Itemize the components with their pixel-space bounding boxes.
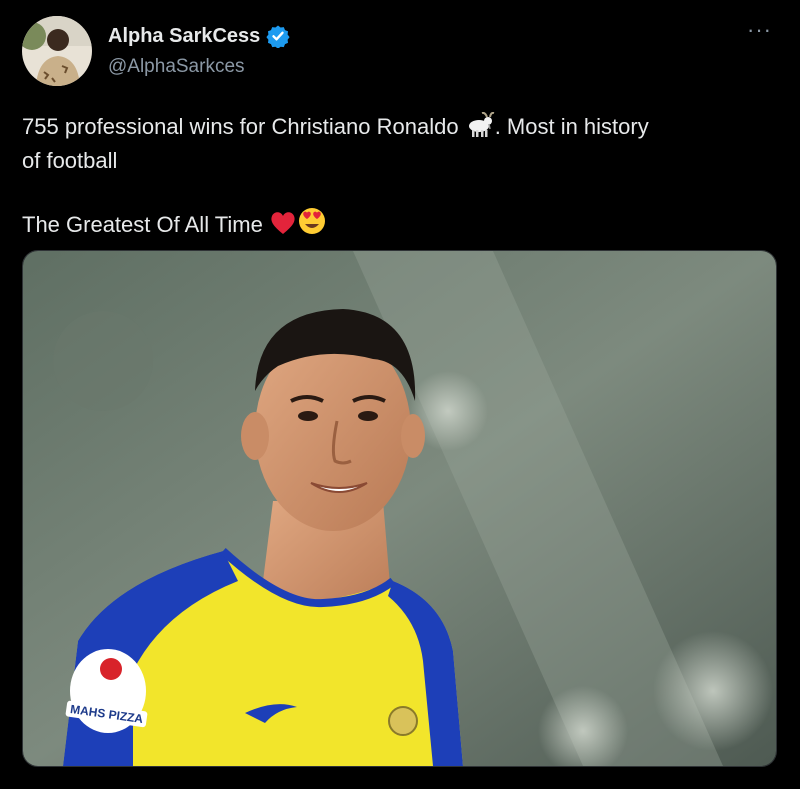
- author-avatar[interactable]: [22, 16, 92, 86]
- tweet-line-2: of football: [22, 148, 118, 173]
- author-handle[interactable]: @AlphaSarkces: [108, 56, 245, 78]
- tweet-line-1: 755 professional wins for Christiano Ron…: [22, 111, 782, 146]
- heart-eyes-emoji-icon: [297, 206, 327, 244]
- tweet-text: 755 professional wins for Christiano Ron…: [22, 111, 782, 244]
- verified-badge-icon: [266, 24, 290, 49]
- photo-icon: [23, 251, 776, 766]
- author-display-name[interactable]: Alpha SarkCess: [108, 25, 260, 48]
- more-options-icon[interactable]: ···: [747, 19, 772, 41]
- red-heart-emoji-icon: [269, 210, 297, 244]
- tweet-line-3: The Greatest Of All Time: [22, 206, 782, 244]
- tweet-line-1-start: 755 professional wins for Christiano Ron…: [22, 114, 465, 139]
- author-name-row: Alpha SarkCess: [108, 24, 290, 49]
- goat-emoji-icon: [465, 111, 495, 146]
- tweet-photo[interactable]: [22, 250, 777, 767]
- avatar-photo-icon: [22, 16, 92, 86]
- tweet-card: Alpha SarkCess @AlphaSarkces ··· 755 pro…: [0, 0, 800, 789]
- tweet-line-1-end: . Most in history: [494, 114, 649, 139]
- tweet-line-3-text: The Greatest Of All Time: [22, 212, 269, 237]
